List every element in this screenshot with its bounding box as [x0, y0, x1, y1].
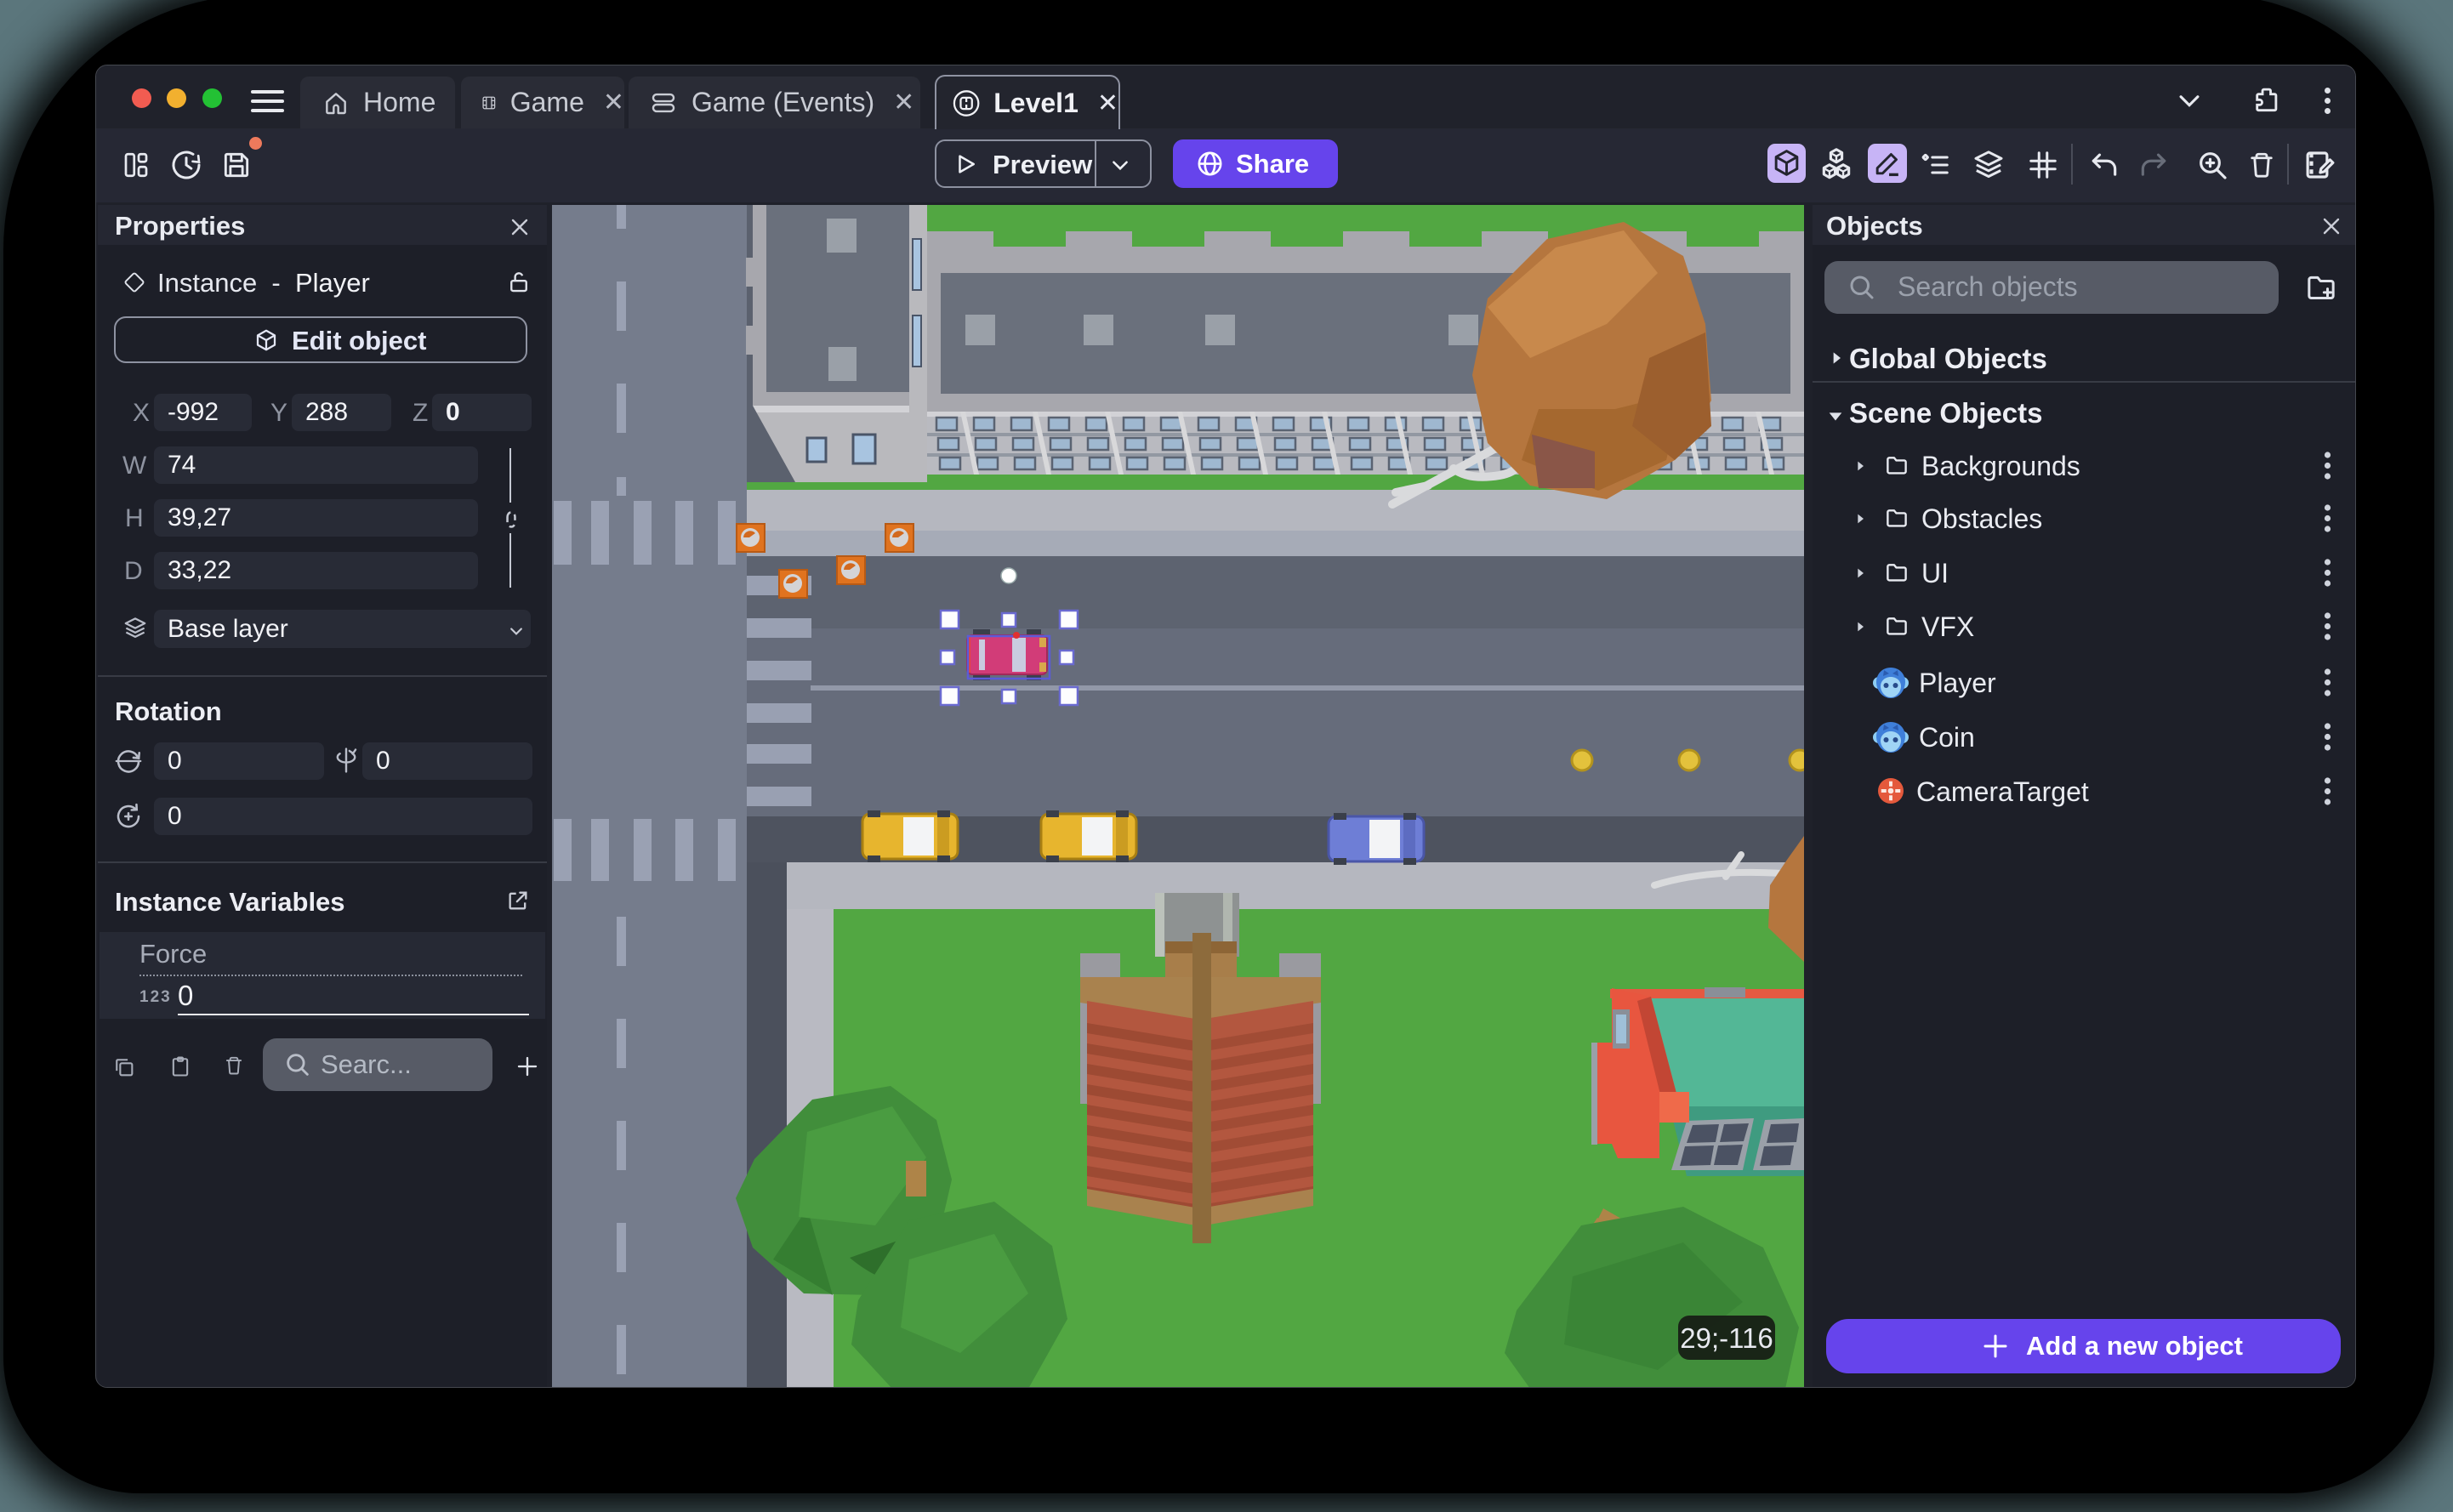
- svg-text:29;-116: 29;-116: [1680, 1322, 1773, 1354]
